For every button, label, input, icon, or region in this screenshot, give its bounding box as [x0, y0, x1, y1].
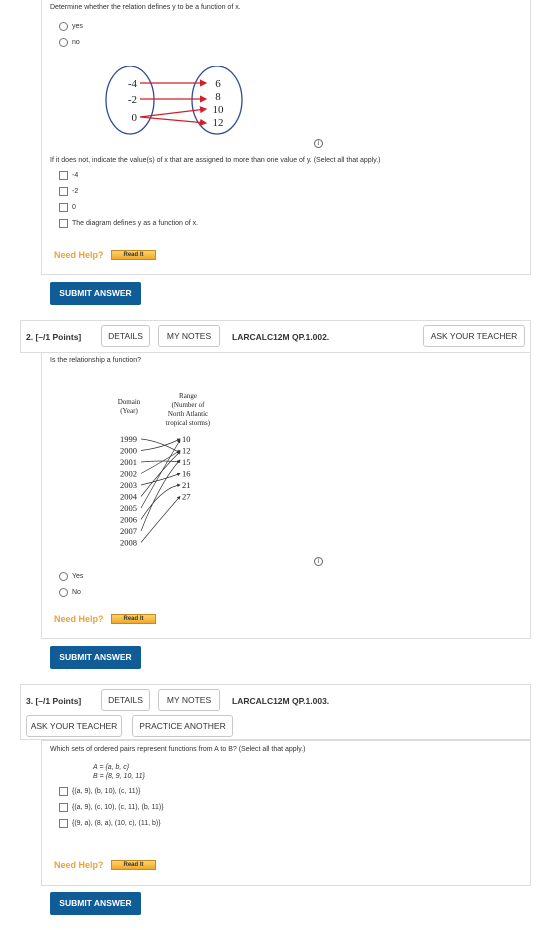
q3-number: 3. [–/1 Points]	[26, 696, 82, 706]
q2-year: 2007	[120, 526, 137, 536]
q2-details-button[interactable]: DETAILS	[101, 325, 150, 347]
q3-checkbox-option-1-label: {(a, 9), (b, 10), (c, 11)}	[72, 788, 141, 795]
q2-year: 2003	[120, 480, 137, 490]
q2-arrow	[140, 438, 181, 454]
q2-year: 2001	[120, 457, 137, 467]
q1-arrow	[139, 106, 208, 118]
q2-year: 2005	[120, 503, 137, 513]
q2-code: LARCALC12M QP.1.002.	[232, 332, 330, 342]
q1-domain-value: -4	[128, 78, 138, 90]
q2-storm: 12	[182, 446, 191, 456]
q2-radio-no-label: No	[72, 589, 81, 596]
q2-range-title: Range (Number of North Atlantic tropical…	[158, 392, 218, 428]
q1-domain-value: 0	[132, 112, 138, 124]
q2-submit-button[interactable]: SUBMIT ANSWER	[50, 646, 141, 669]
q1-domain-value: -2	[128, 94, 137, 106]
q2-arrow	[140, 472, 181, 486]
q2-need-help: Need Help?	[54, 614, 104, 624]
q1-followup-prompt: If it does not, indicate the value(s) of…	[50, 157, 381, 164]
q2-range-title-line: Range	[179, 392, 197, 400]
q2-mapping-diagram: 1999 2000 2001 2002 2003 2004 2005 2006 …	[120, 434, 191, 548]
q1-checkbox-neg2-label: -2	[72, 188, 79, 195]
q2-arrows	[140, 438, 181, 543]
q2-range-title-line: (Number of	[171, 401, 205, 409]
q2-year: 2000	[120, 446, 137, 456]
q3-prompt: Which sets of ordered pairs represent fu…	[50, 746, 306, 753]
q2-arrow	[140, 483, 181, 520]
q3-checkbox-option-3-label: {(9, a), (8, a), (10, c), (11, b)}	[72, 820, 161, 827]
q2-info-icon[interactable]: i	[314, 557, 323, 566]
q2-range-title-line: tropical storms)	[165, 419, 211, 427]
q1-range-value: 12	[213, 117, 224, 129]
q2-read-it-button[interactable]: Read It	[111, 614, 156, 624]
q2-range-title-line: North Atlantic	[167, 410, 209, 418]
q2-storms: 10 12 15 16 21 27	[182, 434, 191, 502]
q1-mapping-diagram: -4 -2 0 6 8 10 12	[105, 66, 243, 135]
q3-need-help: Need Help?	[54, 860, 104, 870]
q3-checkbox-option-3[interactable]	[59, 819, 68, 828]
q2-arrow	[140, 439, 181, 509]
q2-domain-title: Domain (Year)	[109, 398, 149, 416]
q2-prompt: Is the relationship a function?	[50, 357, 142, 364]
q2-arrow	[140, 438, 181, 451]
q1-submit-button[interactable]: SUBMIT ANSWER	[50, 282, 141, 305]
q1-need-help: Need Help?	[54, 250, 104, 260]
q3-code: LARCALC12M QP.1.003.	[232, 696, 330, 706]
q2-years: 1999 2000 2001 2002 2003 2004 2005 2006 …	[120, 434, 138, 548]
q1-radio-yes[interactable]	[59, 22, 68, 31]
q2-my-notes-button[interactable]: MY NOTES	[158, 325, 220, 347]
q3-checkbox-option-1[interactable]	[59, 787, 68, 796]
q1-range-value: 10	[213, 104, 225, 116]
q2-number: 2. [–/1 Points]	[26, 332, 82, 342]
q2-storm: 10	[182, 434, 191, 444]
q3-submit-button[interactable]: SUBMIT ANSWER	[50, 892, 141, 915]
q2-arrow	[140, 459, 181, 464]
q2-year: 2002	[120, 469, 137, 479]
q1-radio-no[interactable]	[59, 38, 68, 47]
q2-radio-no[interactable]	[59, 588, 68, 597]
q2-year: 1999	[120, 434, 137, 444]
q1-prompt: Determine whether the relation defines y…	[50, 4, 241, 11]
q2-radio-yes-label: Yes	[72, 573, 84, 580]
q2-arrow	[140, 495, 181, 543]
q1-read-it-button[interactable]: Read It	[111, 250, 156, 260]
q2-storm: 16	[182, 469, 191, 479]
q1-radio-no-label: no	[72, 39, 80, 46]
q3-details-button[interactable]: DETAILS	[101, 689, 150, 711]
q2-storm: 21	[182, 480, 191, 490]
q3-checkbox-option-2[interactable]	[59, 803, 68, 812]
q3-my-notes-button[interactable]: MY NOTES	[158, 689, 220, 711]
q2-ask-teacher-button[interactable]: ASK YOUR TEACHER	[423, 325, 525, 347]
q3-practice-another-button[interactable]: PRACTICE ANOTHER	[132, 715, 233, 737]
q1-checkbox-is-function-label: The diagram defines y as a function of x…	[72, 220, 199, 227]
q1-checkbox-0-label: 0	[72, 204, 76, 211]
q2-domain-title-line: (Year)	[120, 407, 138, 415]
q3-checkbox-option-2-label: {(a, 9), (c, 10), (c, 11), (b, 11)}	[72, 804, 164, 811]
q3-read-it-button[interactable]: Read It	[111, 860, 156, 870]
q3-set-b: B = {8, 9, 10, 11}	[93, 773, 145, 780]
q1-checkbox-0[interactable]	[59, 203, 68, 212]
q2-year: 2008	[120, 538, 137, 548]
q2-radio-yes[interactable]	[59, 572, 68, 581]
q2-arrow	[140, 450, 181, 474]
q1-radio-yes-label: yes	[72, 23, 83, 30]
q2-domain-title-line: Domain	[117, 398, 141, 406]
q2-storm: 15	[182, 457, 191, 467]
q1-checkbox-neg4[interactable]	[59, 171, 68, 180]
q1-range-value: 8	[215, 91, 221, 103]
q2-storm: 27	[182, 492, 191, 502]
q1-info-icon[interactable]: i	[314, 139, 323, 148]
q2-year: 2004	[120, 492, 138, 502]
q1-range-value: 6	[215, 78, 221, 90]
q2-year: 2006	[120, 515, 137, 525]
q3-set-a: A = {a, b, c}	[93, 764, 130, 771]
q1-checkbox-neg4-label: -4	[72, 172, 79, 179]
q1-checkbox-neg2[interactable]	[59, 187, 68, 196]
q1-checkbox-is-function[interactable]	[59, 219, 68, 228]
q3-ask-teacher-button[interactable]: ASK YOUR TEACHER	[26, 715, 122, 737]
